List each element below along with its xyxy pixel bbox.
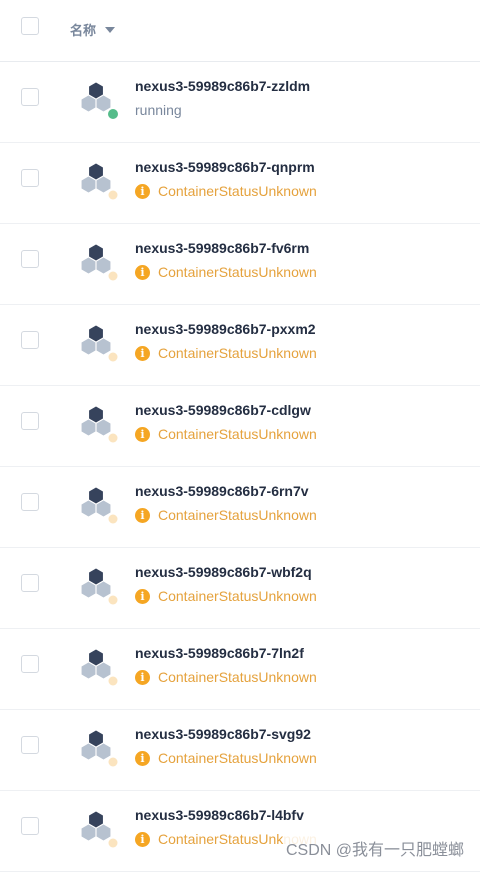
- pod-status-text: ContainerStatusUnknown: [158, 669, 317, 685]
- pod-status: i ContainerStatusUnknown: [135, 507, 317, 523]
- pod-icon: [81, 811, 118, 848]
- row-checkbox[interactable]: [21, 412, 39, 430]
- row-checkbox[interactable]: [21, 250, 39, 268]
- status-dot-icon: [108, 352, 118, 362]
- pod-row[interactable]: nexus3-59989c86b7-fv6rm i ContainerStatusU…: [0, 224, 480, 305]
- info-icon: i: [135, 750, 150, 766]
- pod-name-link[interactable]: nexus3-59989c86b7-cdlgw: [135, 402, 311, 418]
- pod-name-link[interactable]: nexus3-59989c86b7-svg92: [135, 726, 311, 742]
- pod-icon: [81, 406, 118, 443]
- pod-status-text: ContainerStatusUnknown: [158, 264, 317, 280]
- status-dot-icon: [108, 514, 118, 524]
- pod-icon: [81, 325, 118, 362]
- info-icon: i: [135, 426, 150, 442]
- status-dot-icon: [108, 190, 118, 200]
- pod-icon: [81, 568, 118, 605]
- pod-row[interactable]: nexus3-59989c86b7-pxxm2 i ContainerStatusU…: [0, 305, 480, 386]
- row-checkbox[interactable]: [21, 331, 39, 349]
- pod-icon: [81, 82, 118, 119]
- pod-name-link[interactable]: nexus3-59989c86b7-6rn7v: [135, 483, 309, 499]
- info-icon: i: [135, 507, 150, 523]
- pod-status-text: ContainerStatusUnknown: [158, 507, 317, 523]
- pod-status-text: ContainerStatusUnknown: [158, 183, 317, 199]
- pod-status: i ContainerStatusUnknown: [135, 183, 317, 199]
- pod-status-text: running: [135, 102, 182, 118]
- pod-name-link[interactable]: nexus3-59989c86b7-fv6rm: [135, 240, 309, 256]
- row-checkbox[interactable]: [21, 169, 39, 187]
- info-icon: i: [135, 588, 150, 604]
- name-column-label: 名称: [70, 23, 97, 38]
- pod-status: i ContainerStatusUnknown: [135, 426, 317, 442]
- pod-icon: [81, 244, 118, 281]
- name-column-header[interactable]: 名称: [70, 20, 116, 39]
- pod-status-text: ContainerStatusUnknown: [158, 345, 317, 361]
- row-checkbox[interactable]: [21, 574, 39, 592]
- pod-status-text: ContainerStatusUnknown: [158, 588, 317, 604]
- pod-status: i ContainerStatusUnknown: [135, 750, 317, 766]
- pod-status: i ContainerStatusUnknown: [135, 264, 317, 280]
- info-icon: i: [135, 831, 150, 847]
- pod-status-text: ContainerStatusUnknown: [158, 426, 317, 442]
- pod-name-link[interactable]: nexus3-59989c86b7-qnprm: [135, 159, 315, 175]
- status-dot-icon: [108, 595, 118, 605]
- row-checkbox[interactable]: [21, 655, 39, 673]
- watermark: CSDN @我有一只肥螳螂: [283, 836, 466, 860]
- select-all-checkbox[interactable]: [21, 17, 39, 35]
- caret-down-icon[interactable]: [105, 26, 116, 33]
- pod-name-link[interactable]: nexus3-59989c86b7-zzldm: [135, 78, 310, 94]
- pod-status: i ContainerStatusUnknown: [135, 345, 317, 361]
- pod-row[interactable]: nexus3-59989c86b7-6rn7v i ContainerStatusU…: [0, 467, 480, 548]
- pod-icon: [81, 487, 118, 524]
- status-dot-icon: [108, 271, 118, 281]
- info-icon: i: [135, 345, 150, 361]
- status-dot-icon: [108, 433, 118, 443]
- row-checkbox[interactable]: [21, 88, 39, 106]
- pod-row[interactable]: nexus3-59989c86b7-cdlgw i ContainerStatusU…: [0, 386, 480, 467]
- pod-row[interactable]: nexus3-59989c86b7-qnprm i ContainerStatusU…: [0, 143, 480, 224]
- info-icon: i: [135, 264, 150, 280]
- status-dot-icon: [108, 757, 118, 767]
- pod-icon: [81, 649, 118, 686]
- pod-row[interactable]: nexus3-59989c86b7-7ln2f i ContainerStatusU…: [0, 629, 480, 710]
- table-header: 名称: [0, 0, 480, 62]
- pod-name-link[interactable]: nexus3-59989c86b7-7ln2f: [135, 645, 304, 661]
- pod-list: nexus3-59989c86b7-zzldm running nexus3-599…: [0, 62, 480, 872]
- pod-icon: [81, 730, 118, 767]
- pod-row[interactable]: nexus3-59989c86b7-wbf2q i ContainerStatusU…: [0, 548, 480, 629]
- pod-name-link[interactable]: nexus3-59989c86b7-wbf2q: [135, 564, 312, 580]
- row-checkbox[interactable]: [21, 736, 39, 754]
- row-checkbox[interactable]: [21, 817, 39, 835]
- pod-icon: [81, 163, 118, 200]
- pod-row[interactable]: nexus3-59989c86b7-zzldm running: [0, 62, 480, 143]
- pod-status: i ContainerStatusUnknown: [135, 669, 317, 685]
- pod-name-link[interactable]: nexus3-59989c86b7-l4bfv: [135, 807, 304, 823]
- pod-row[interactable]: nexus3-59989c86b7-svg92 i ContainerStatusU…: [0, 710, 480, 791]
- info-icon: i: [135, 183, 150, 199]
- pod-name-link[interactable]: nexus3-59989c86b7-pxxm2: [135, 321, 316, 337]
- status-dot-icon: [108, 676, 118, 686]
- pod-status: running: [135, 102, 182, 118]
- pod-status-text: ContainerStatusUnknown: [158, 750, 317, 766]
- info-icon: i: [135, 669, 150, 685]
- status-dot-icon: [108, 838, 118, 848]
- pod-status: i ContainerStatusUnknown: [135, 588, 317, 604]
- status-dot-icon: [108, 109, 118, 119]
- row-checkbox[interactable]: [21, 493, 39, 511]
